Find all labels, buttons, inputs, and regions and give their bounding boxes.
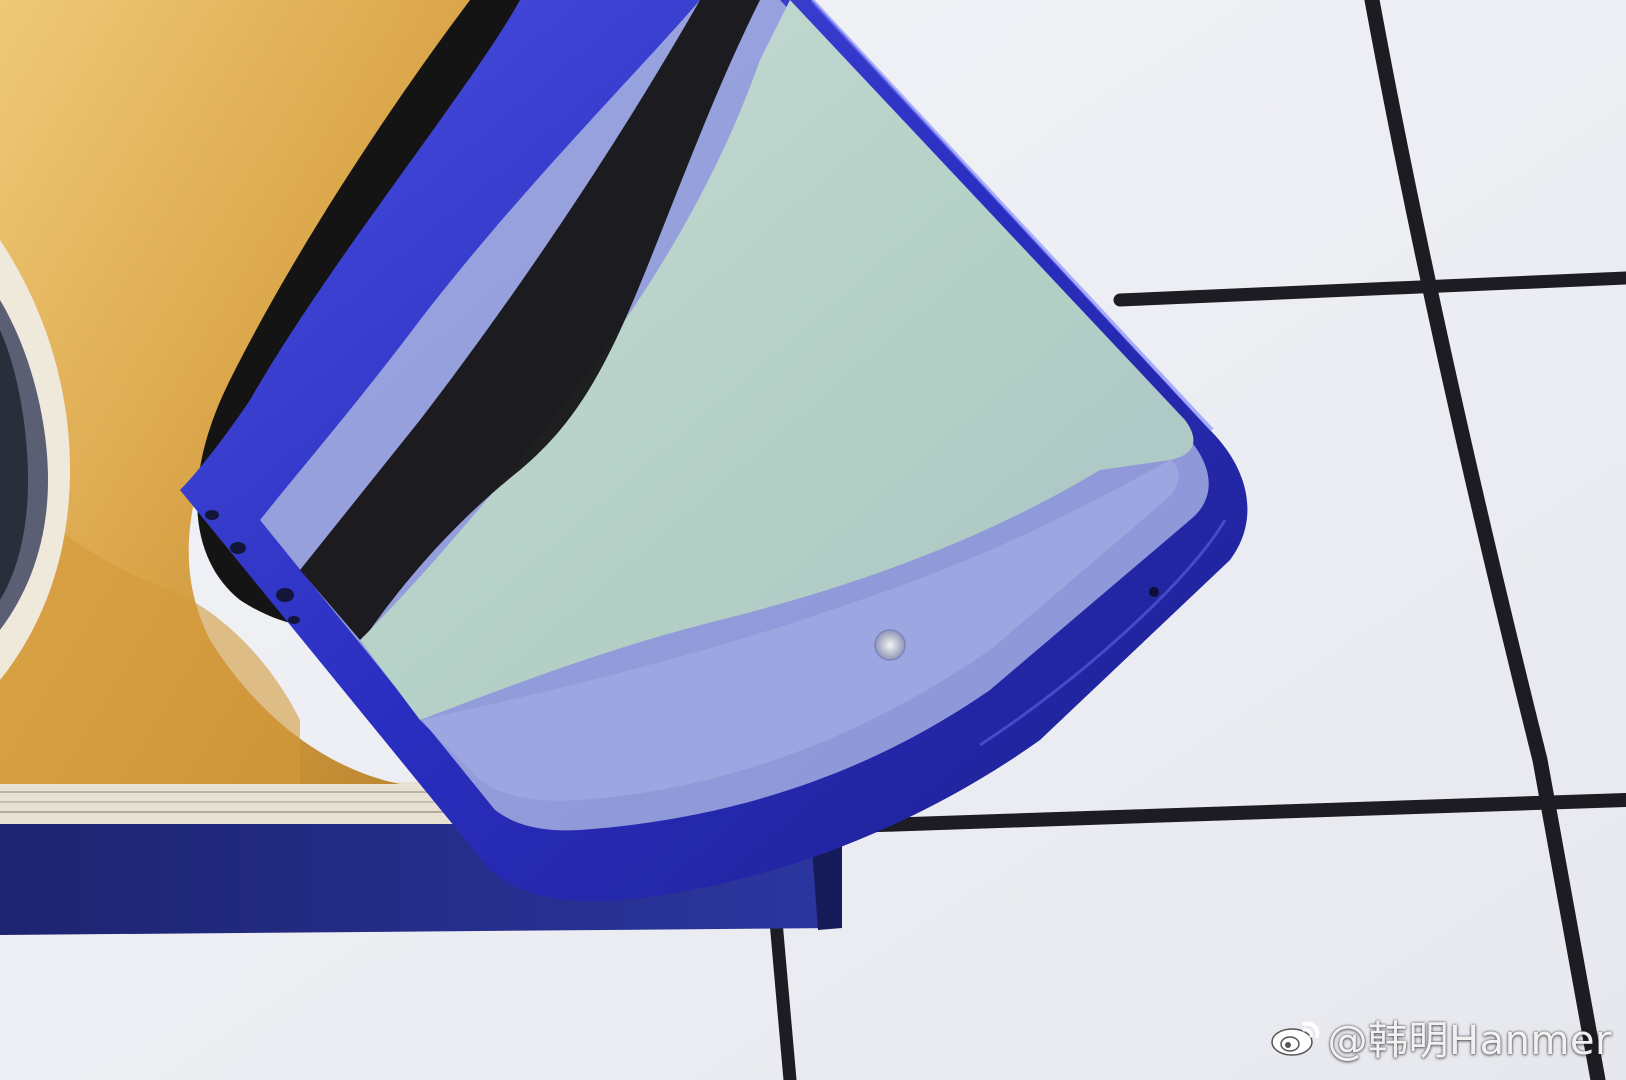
microphone-hole	[1149, 587, 1159, 597]
weibo-watermark: @韩明Hanmer	[1270, 1008, 1612, 1066]
photo-illustration	[0, 0, 1626, 1080]
photo-scene: @韩明Hanmer	[0, 0, 1626, 1080]
watermark-text: @韩明Hanmer	[1327, 1018, 1612, 1064]
weibo-icon	[1270, 1016, 1322, 1058]
